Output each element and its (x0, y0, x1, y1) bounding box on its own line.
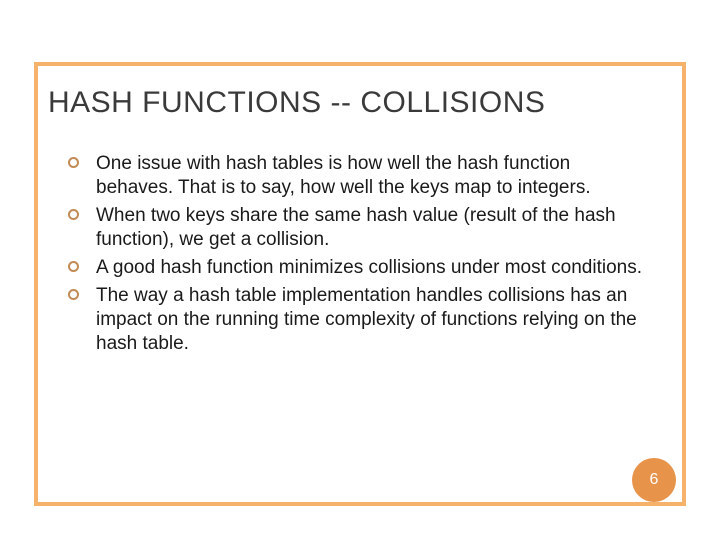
list-item: The way a hash table implementation hand… (68, 284, 648, 356)
slide-content: One issue with hash tables is how well t… (68, 152, 648, 360)
slide: HASH FUNCTIONS -- COLLISIONS One issue w… (0, 0, 720, 540)
bullet-ring-icon (68, 289, 79, 300)
bullet-text: A good hash function minimizes collision… (96, 257, 642, 278)
list-item: When two keys share the same hash value … (68, 204, 648, 252)
bullet-text: One issue with hash tables is how well t… (96, 153, 591, 198)
list-item: One issue with hash tables is how well t… (68, 152, 648, 200)
bullet-ring-icon (68, 261, 79, 272)
slide-title: HASH FUNCTIONS -- COLLISIONS (48, 86, 551, 120)
page-number: 6 (650, 471, 659, 489)
bullet-text: The way a hash table implementation hand… (96, 285, 637, 354)
bullet-text: When two keys share the same hash value … (96, 205, 616, 250)
bullet-ring-icon (68, 157, 79, 168)
bullet-list: One issue with hash tables is how well t… (68, 152, 648, 356)
list-item: A good hash function minimizes collision… (68, 256, 648, 280)
bullet-ring-icon (68, 209, 79, 220)
page-number-badge: 6 (632, 458, 676, 502)
